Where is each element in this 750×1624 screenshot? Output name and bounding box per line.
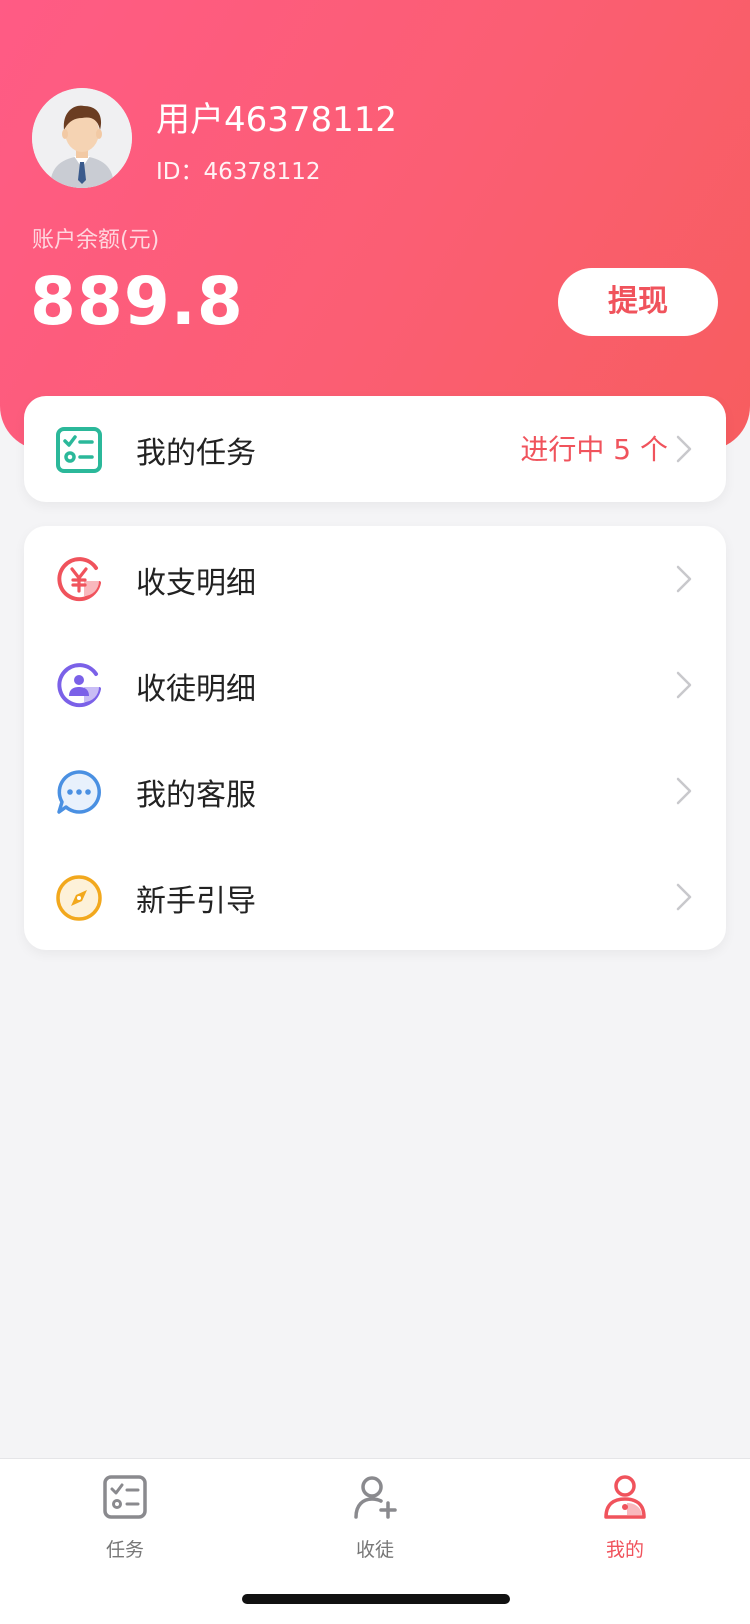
menu-item-label: 收支明细 — [136, 566, 256, 601]
menu-item-label: 新手引导 — [136, 884, 256, 919]
tab-label: 我的 — [605, 1539, 644, 1561]
balance-label: 账户余额(元) — [32, 228, 160, 253]
compass-icon — [56, 875, 102, 921]
user-id: ID：46378112 — [156, 159, 321, 185]
withdraw-button[interactable]: 提现 — [558, 268, 718, 336]
tab-mine[interactable]: 我的 — [550, 1473, 700, 1573]
chevron-right-icon — [676, 883, 692, 911]
menu-item-disciples[interactable]: 收徒明细 — [24, 632, 726, 738]
tab-label: 任务 — [105, 1539, 144, 1561]
tab-disciples[interactable]: 收徒 — [300, 1473, 450, 1573]
username: 用户46378112 — [156, 100, 398, 140]
chevron-right-icon — [676, 777, 692, 805]
task-status: 进行中 5 个 — [520, 433, 668, 466]
menu-item-label: 收徒明细 — [136, 672, 256, 707]
task-card[interactable]: 我的任务 进行中 5 个 — [24, 396, 726, 502]
menu-item-customer-service[interactable]: 我的客服 — [24, 738, 726, 844]
home-indicator — [242, 1594, 510, 1604]
task-list-icon — [103, 1475, 147, 1519]
chat-bubble-icon — [57, 770, 101, 814]
profile-icon — [604, 1475, 646, 1519]
chevron-right-icon — [676, 435, 692, 463]
user-refresh-icon — [57, 663, 101, 708]
avatar-icon — [32, 88, 132, 188]
menu-item-label: 我的客服 — [136, 778, 256, 813]
my-tasks-row[interactable]: 我的任务 进行中 5 个 — [24, 396, 726, 502]
my-tasks-label: 我的任务 — [136, 436, 256, 471]
tab-label: 收徒 — [355, 1539, 394, 1561]
task-list-icon — [56, 427, 102, 473]
chevron-right-icon — [676, 671, 692, 699]
balance-value: 889.8 — [30, 263, 244, 340]
profile-header: 用户46378112 ID：46378112 账户余额(元) 889.8 提现 — [0, 0, 750, 450]
menu-item-income-expense[interactable]: 收支明细 — [24, 526, 726, 632]
chevron-right-icon — [676, 565, 692, 593]
yuan-coin-icon — [57, 557, 101, 602]
menu-item-beginner-guide[interactable]: 新手引导 — [24, 844, 726, 950]
add-user-icon — [354, 1476, 397, 1519]
tab-tasks[interactable]: 任务 — [50, 1473, 200, 1573]
avatar[interactable] — [32, 88, 132, 188]
menu-card: 收支明细 收徒明细 我的客服 新手引导 — [24, 526, 726, 950]
